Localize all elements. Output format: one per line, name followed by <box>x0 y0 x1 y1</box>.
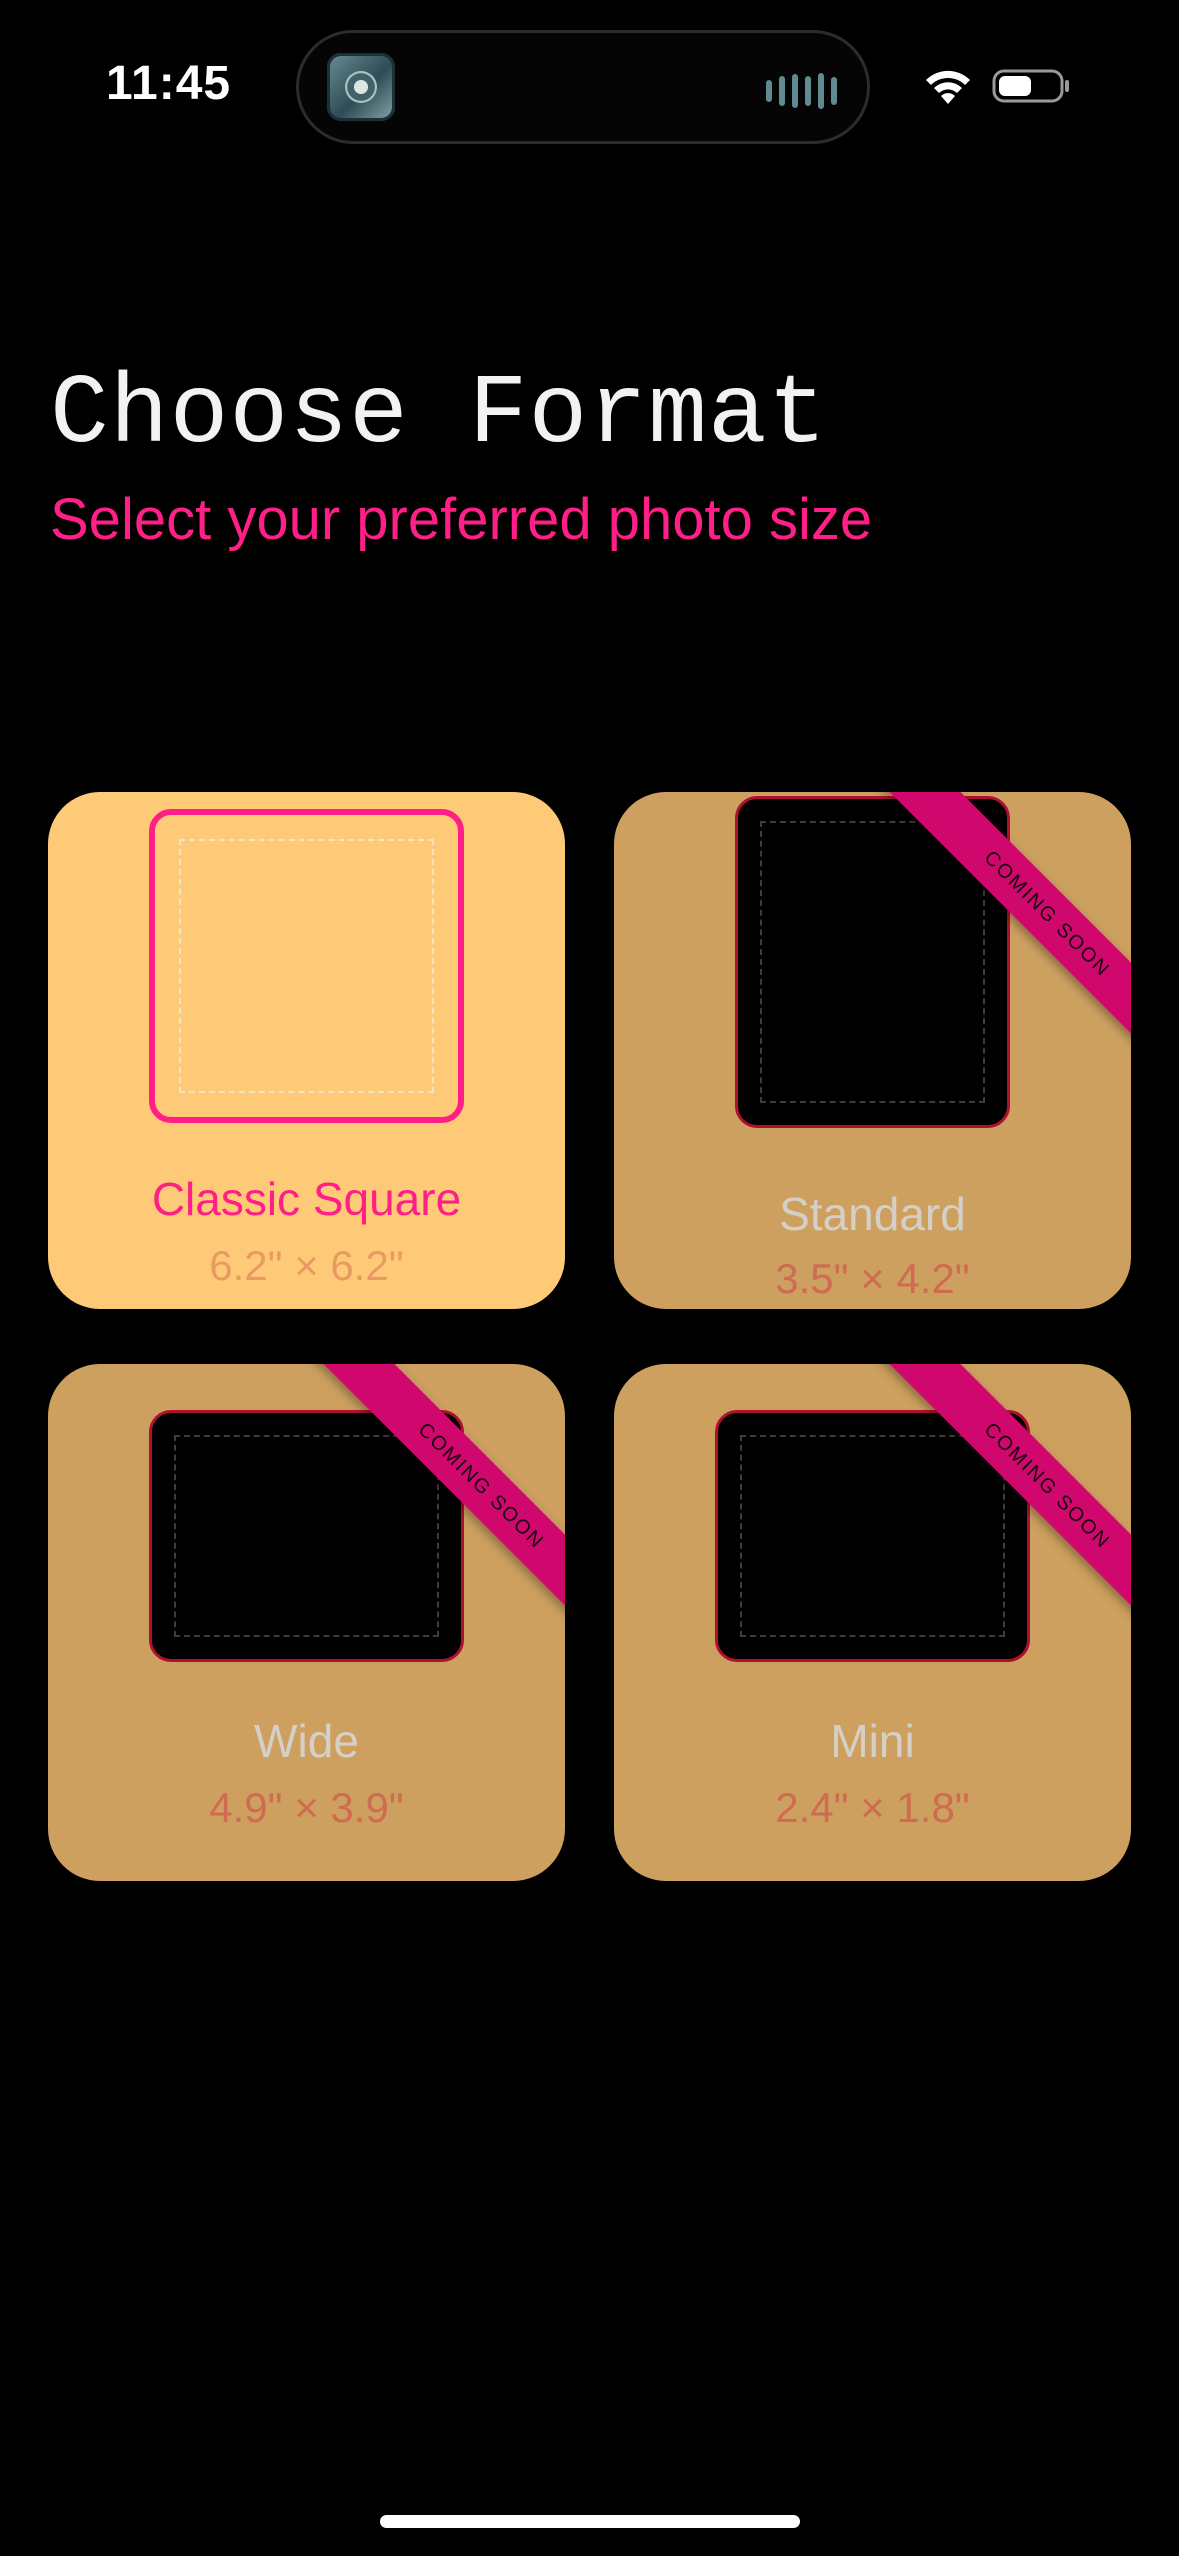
format-card-wide[interactable]: Wide 4.9" × 3.9" COMING SOON <box>48 1364 565 1881</box>
battery-icon <box>992 69 1069 103</box>
audio-waveform-icon <box>766 71 837 111</box>
format-name: Standard <box>779 1188 966 1240</box>
page-subtitle: Select your preferred photo size <box>50 487 873 552</box>
page-title: Choose Format <box>50 360 828 471</box>
format-size: 3.5" × 4.2" <box>775 1255 970 1302</box>
status-time: 11:45 <box>106 57 232 110</box>
home-indicator[interactable] <box>380 2515 800 2528</box>
format-card-mini[interactable]: Mini 2.4" × 1.8" COMING SOON <box>614 1364 1131 1881</box>
format-size: 2.4" × 1.8" <box>775 1784 970 1831</box>
format-name: Wide <box>254 1715 359 1767</box>
square-frame-preview <box>149 809 464 1123</box>
format-card-classic-square[interactable]: Classic Square 6.2" × 6.2" <box>48 792 565 1309</box>
now-playing-app-icon[interactable] <box>327 53 395 121</box>
format-size: 6.2" × 6.2" <box>209 1242 404 1289</box>
format-name: Classic Square <box>151 1173 462 1225</box>
format-card-standard[interactable]: Standard 3.5" × 4.2" COMING SOON <box>614 792 1131 1309</box>
dynamic-island[interactable] <box>296 30 870 144</box>
format-size: 4.9" × 3.9" <box>209 1784 404 1831</box>
wifi-icon <box>926 70 970 104</box>
format-name: Mini <box>830 1715 915 1767</box>
